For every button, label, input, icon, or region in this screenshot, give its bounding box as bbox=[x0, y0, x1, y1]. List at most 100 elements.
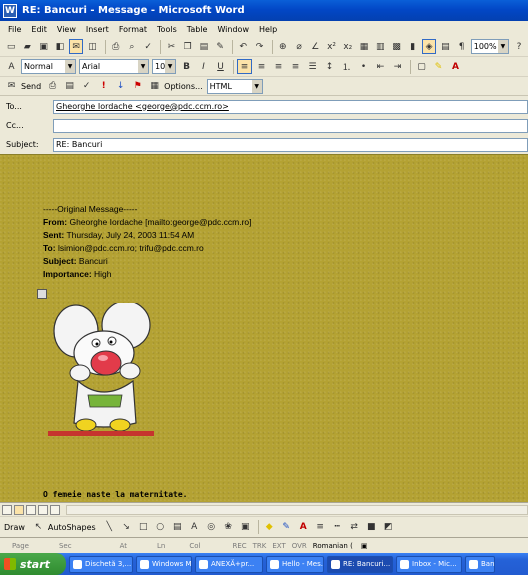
diagram-icon[interactable]: ◎ bbox=[204, 520, 219, 535]
copy-icon[interactable]: ❐ bbox=[181, 39, 195, 54]
status-ovr[interactable]: OVR bbox=[292, 542, 307, 550]
font-color-icon[interactable]: A bbox=[296, 520, 311, 535]
send-button[interactable]: Send bbox=[21, 82, 41, 91]
font-color-icon[interactable]: A bbox=[448, 59, 463, 74]
message-format-combo[interactable]: HTML ▼ bbox=[206, 78, 263, 94]
dash-style-icon[interactable]: ┅ bbox=[330, 520, 345, 535]
select-objects-icon[interactable]: ↖ bbox=[31, 520, 46, 535]
taskbar-item-diskette[interactable]: Dischetă 3,... bbox=[69, 555, 133, 573]
taskbar-item-hello[interactable]: Hello - Mes... bbox=[266, 555, 324, 573]
status-trk[interactable]: TRK bbox=[253, 542, 267, 550]
menu-format[interactable]: Format bbox=[119, 25, 147, 34]
cc-field[interactable] bbox=[53, 118, 528, 133]
open-icon[interactable]: ▰ bbox=[20, 39, 34, 54]
menu-tools[interactable]: Tools bbox=[157, 25, 177, 34]
shadow-icon[interactable]: ■ bbox=[364, 520, 379, 535]
bold-icon[interactable]: B bbox=[179, 59, 194, 74]
format-painter-icon[interactable]: ✎ bbox=[213, 39, 227, 54]
tables-borders-icon[interactable]: ▦ bbox=[357, 39, 371, 54]
font-size-combo[interactable]: 10 ▼ bbox=[152, 59, 176, 74]
document-body[interactable]: -----Original Message----- From: Gheorgh… bbox=[0, 154, 528, 502]
italic-icon[interactable]: I bbox=[196, 59, 211, 74]
hyperlink-icon[interactable]: ⊕ bbox=[276, 39, 290, 54]
save-icon[interactable]: ▣ bbox=[37, 39, 51, 54]
show-hide-icon[interactable]: ¶ bbox=[455, 39, 469, 54]
chevron-down-icon[interactable]: ▼ bbox=[65, 60, 75, 73]
print-layout-icon[interactable] bbox=[26, 504, 36, 515]
clip-art-icon[interactable]: ❀ bbox=[221, 520, 236, 535]
autoshapes-menu[interactable]: AutoShapes bbox=[48, 523, 96, 532]
spelling-status-icon[interactable]: ▣ bbox=[361, 542, 368, 550]
numbering-icon[interactable]: ⒈ bbox=[339, 59, 354, 74]
search-icon[interactable]: ⌕ bbox=[125, 39, 139, 54]
send-icon[interactable]: ✉ bbox=[4, 79, 19, 94]
reading-layout-icon[interactable] bbox=[50, 504, 60, 515]
cc-button[interactable]: Cc... bbox=[0, 121, 50, 130]
distributed-icon[interactable]: ☰ bbox=[305, 59, 320, 74]
align-right-icon[interactable]: ≡ bbox=[271, 59, 286, 74]
text-box-icon[interactable]: ▤ bbox=[170, 520, 185, 535]
decrease-indent-icon[interactable]: ⇤ bbox=[373, 59, 388, 74]
cut-icon[interactable]: ✂ bbox=[164, 39, 178, 54]
undo-icon[interactable]: ↶ bbox=[236, 39, 250, 54]
options-icon[interactable]: ▦ bbox=[147, 79, 162, 94]
align-left-icon[interactable]: ≡ bbox=[237, 59, 252, 74]
font-combo[interactable]: Arial ▼ bbox=[79, 59, 149, 74]
chevron-down-icon[interactable]: ▼ bbox=[165, 60, 175, 73]
embedded-object-icon[interactable] bbox=[37, 289, 47, 299]
menu-file[interactable]: File bbox=[8, 25, 21, 34]
picture-icon[interactable]: ▣ bbox=[238, 520, 253, 535]
chevron-down-icon[interactable]: ▼ bbox=[251, 79, 262, 93]
line-style-icon[interactable]: ≡ bbox=[313, 520, 328, 535]
help-icon[interactable]: ? bbox=[512, 39, 526, 54]
flag-icon[interactable]: ⚑ bbox=[130, 79, 145, 94]
signature-icon[interactable]: ∠ bbox=[308, 39, 322, 54]
taskbar-item-re-bancuri[interactable]: RE: Bancuri... bbox=[327, 555, 393, 573]
check-names-icon[interactable]: ✓ bbox=[79, 79, 94, 94]
menu-help[interactable]: Help bbox=[259, 25, 277, 34]
status-language[interactable]: Romanian ( bbox=[313, 542, 353, 550]
zoom-combo[interactable]: 100% ▼ bbox=[470, 39, 509, 54]
subject-field[interactable]: RE: Bancuri bbox=[53, 137, 528, 152]
attach-icon[interactable]: ⎙ bbox=[45, 79, 60, 94]
chevron-down-icon[interactable]: ▼ bbox=[138, 60, 148, 73]
high-importance-icon[interactable]: ! bbox=[96, 79, 111, 94]
spelling-icon[interactable]: ✓ bbox=[141, 39, 155, 54]
superscript-icon[interactable]: x² bbox=[324, 39, 338, 54]
to-recipient[interactable]: Gheorghe Iordache <george@pdc.ccm.ro> bbox=[56, 102, 229, 111]
paste-icon[interactable]: ▤ bbox=[197, 39, 211, 54]
email-icon[interactable]: ✉ bbox=[69, 39, 84, 54]
permission-icon[interactable]: ◧ bbox=[53, 39, 67, 54]
options-button[interactable]: Options... bbox=[164, 82, 203, 91]
line-icon[interactable]: ╲ bbox=[102, 520, 117, 535]
print-icon[interactable]: ⎙ bbox=[109, 39, 123, 54]
drawing-icon[interactable]: ◈ bbox=[421, 39, 437, 54]
horizontal-scrollbar[interactable] bbox=[66, 504, 528, 515]
menu-insert[interactable]: Insert bbox=[86, 25, 109, 34]
taskbar-item-windows[interactable]: Windows M... bbox=[136, 555, 192, 573]
taskbar-item-anexa[interactable]: ANEXĂ+pr... bbox=[195, 555, 263, 573]
status-rec[interactable]: REC bbox=[232, 542, 246, 550]
wordart-icon[interactable]: A bbox=[187, 520, 202, 535]
address-book-icon[interactable]: ▤ bbox=[62, 79, 77, 94]
redo-icon[interactable]: ↷ bbox=[252, 39, 266, 54]
columns-icon[interactable]: ▮ bbox=[406, 39, 420, 54]
normal-view-icon[interactable] bbox=[2, 504, 12, 515]
underline-icon[interactable]: U bbox=[213, 59, 228, 74]
bullets-icon[interactable]: • bbox=[356, 59, 371, 74]
fill-color-icon[interactable]: ◆ bbox=[262, 520, 277, 535]
outline-view-icon[interactable] bbox=[38, 504, 48, 515]
erase-icon[interactable]: ⌀ bbox=[292, 39, 306, 54]
increase-indent-icon[interactable]: ⇥ bbox=[390, 59, 405, 74]
menu-view[interactable]: View bbox=[57, 25, 76, 34]
align-center-icon[interactable]: ≡ bbox=[254, 59, 269, 74]
web-layout-icon[interactable] bbox=[14, 504, 24, 515]
3d-icon[interactable]: ◩ bbox=[381, 520, 396, 535]
taskbar-item-banc[interactable]: Banc bbox=[465, 555, 495, 573]
to-field[interactable]: Gheorghe Iordache <george@pdc.ccm.ro> bbox=[53, 99, 528, 114]
borders-icon[interactable]: ▢ bbox=[414, 59, 429, 74]
insert-excel-icon[interactable]: ▩ bbox=[389, 39, 403, 54]
menu-edit[interactable]: Edit bbox=[31, 25, 47, 34]
highlight-icon[interactable]: ✎ bbox=[431, 59, 446, 74]
new-document-icon[interactable]: ▭ bbox=[4, 39, 18, 54]
